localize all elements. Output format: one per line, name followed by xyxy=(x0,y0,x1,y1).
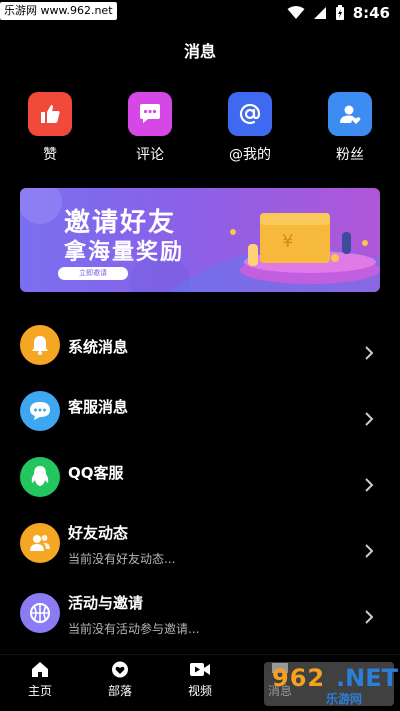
watermark-sub: 乐游网 xyxy=(326,692,363,706)
watermark-top: 乐游网 www.962.net xyxy=(0,2,117,20)
quick-action-fans[interactable]: 粉丝 xyxy=(300,92,400,164)
quick-action-mentions[interactable]: @我的 xyxy=(200,92,300,164)
video-icon xyxy=(190,663,210,676)
banner-subtitle: 拿海量奖励 xyxy=(64,240,185,265)
tab-label: 主页 xyxy=(27,684,52,698)
invite-banner[interactable]: ¥ 邀请好友 拿海量奖励 立即邀请 xyxy=(20,188,380,292)
page-title: 消息 xyxy=(183,42,216,61)
status-icons: 8:46 xyxy=(287,4,390,22)
tab-tribe[interactable]: 部落 xyxy=(90,661,150,699)
list-item-activities-invites[interactable]: 活动与邀请 当前没有活动参与邀请... xyxy=(0,588,400,638)
battery-icon xyxy=(335,5,344,20)
svg-text:¥: ¥ xyxy=(282,231,293,252)
tab-home[interactable]: 主页 xyxy=(10,661,70,699)
list-item-qq-service[interactable]: QQ客服 xyxy=(0,452,400,502)
list-item-subtitle: 当前没有好友动态... xyxy=(68,552,176,566)
quick-action-label: 粉丝 xyxy=(336,147,364,163)
bell-icon xyxy=(20,325,60,365)
wifi-icon xyxy=(287,6,305,19)
list-item-customer-service[interactable]: 客服消息 xyxy=(0,386,400,436)
list-item-title: 好友动态 xyxy=(68,524,129,542)
chevron-right-icon xyxy=(365,346,374,360)
tab-label: 部落 xyxy=(107,684,132,698)
watermark-brand: 962 xyxy=(272,664,326,692)
status-bar: 乐游网 www.962.net 8:46 xyxy=(0,0,400,26)
qq-penguin-icon xyxy=(20,457,60,497)
list-item-friend-updates[interactable]: 好友动态 当前没有好友动态... xyxy=(0,518,400,568)
list-item-subtitle: 当前没有活动参与邀请... xyxy=(68,622,200,636)
friends-icon xyxy=(20,523,60,563)
thumbs-up-icon xyxy=(28,92,72,136)
list-item-system-messages[interactable]: 系统消息 xyxy=(0,320,400,370)
home-icon xyxy=(32,662,48,677)
list-item-title: 系统消息 xyxy=(68,338,129,356)
comment-icon xyxy=(128,92,172,136)
chat-bubble-icon xyxy=(20,391,60,431)
chevron-right-icon xyxy=(365,610,374,624)
quick-action-comments[interactable]: 评论 xyxy=(100,92,200,164)
signal-icon xyxy=(313,7,326,19)
tab-label: 视频 xyxy=(187,684,212,698)
list-item-title: QQ客服 xyxy=(68,464,124,482)
invite-now-button[interactable]: 立即邀请 xyxy=(58,267,128,280)
quick-action-label: 评论 xyxy=(136,147,164,163)
watermark-suffix: .NET xyxy=(336,664,398,692)
quick-action-likes[interactable]: 赞 xyxy=(0,92,100,164)
quick-action-label: @我的 xyxy=(229,147,271,163)
chevron-right-icon xyxy=(365,544,374,558)
quick-actions: 赞 评论 @我的 粉丝 xyxy=(0,92,400,164)
list-item-title: 活动与邀请 xyxy=(68,594,144,612)
at-icon xyxy=(228,92,272,136)
list-item-title: 客服消息 xyxy=(68,398,129,416)
watermark-logo: 962 .NET 乐游网 xyxy=(264,662,398,706)
quick-action-label: 赞 xyxy=(43,147,57,163)
chevron-right-icon xyxy=(365,412,374,426)
tab-video[interactable]: 视频 xyxy=(170,661,230,699)
heart-icon xyxy=(112,661,128,678)
basketball-icon xyxy=(20,593,60,633)
status-time: 8:46 xyxy=(352,4,390,22)
chevron-right-icon xyxy=(365,478,374,492)
user-heart-icon xyxy=(328,92,372,136)
